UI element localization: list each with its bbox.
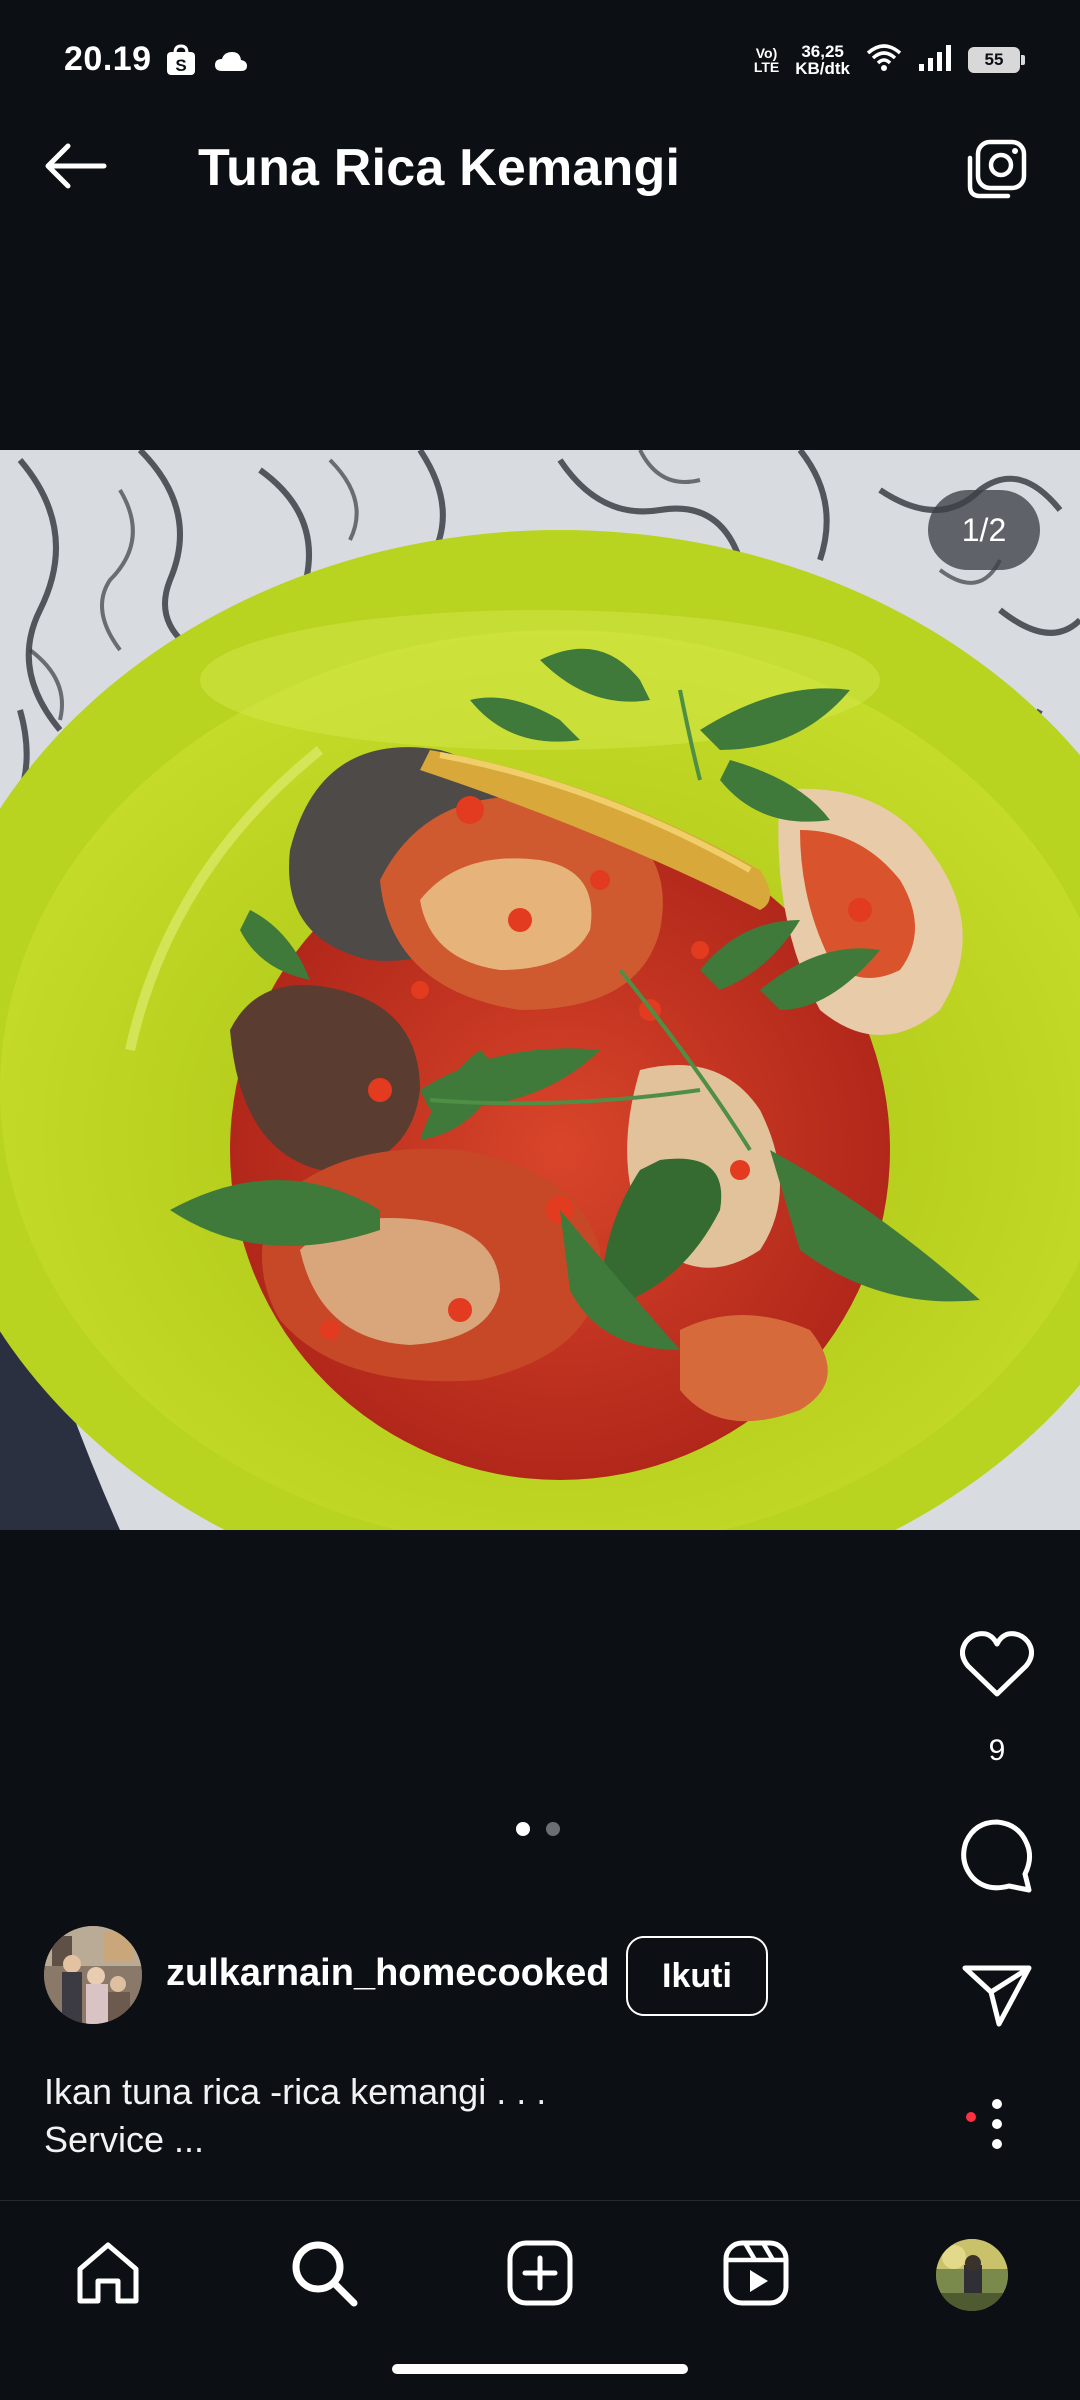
caption-line-1: Ikan tuna rica -rica kemangi . . .	[44, 2071, 547, 2112]
author-avatar[interactable]	[44, 1926, 142, 2024]
home-icon	[74, 2239, 142, 2312]
caption-line-2: Service ...	[44, 2119, 205, 2160]
food-photo	[0, 450, 1080, 1530]
volte-top: Vo)	[755, 45, 778, 61]
page-title: Tuna Rica Kemangi	[198, 139, 681, 197]
nav-create[interactable]	[498, 2233, 582, 2317]
volte-indicator: Vo) LTE	[754, 46, 779, 74]
camera-icon[interactable]	[964, 138, 1028, 202]
post-caption[interactable]: Ikan tuna rica -rica kemangi . . . Servi…	[44, 2068, 546, 2164]
reels-icon	[723, 2240, 789, 2311]
heart-icon	[960, 1630, 1034, 1703]
nav-profile[interactable]	[930, 2233, 1014, 2317]
status-time: 20.19	[64, 40, 152, 78]
author-username[interactable]: zulkarnain_homecooked	[166, 1952, 609, 1995]
top-app-bar: Tuna Rica Kemangi	[0, 92, 1080, 252]
net-speed: 36,25 KB/dtk	[795, 43, 850, 77]
profile-avatar	[936, 2239, 1008, 2311]
nav-reels[interactable]	[714, 2233, 798, 2317]
carousel-dot-2	[546, 1822, 560, 1836]
carousel-indicator	[516, 1822, 560, 1836]
post-image[interactable]: 1/2	[0, 450, 1080, 1530]
battery-icon: 55	[968, 47, 1025, 73]
volte-bottom: LTE	[753, 59, 780, 75]
comment-icon	[959, 1818, 1035, 1899]
status-icons: Vo) LTE 36,25 KB/dtk 55	[754, 38, 1025, 82]
shopee-icon: S	[166, 44, 196, 81]
notification-dot	[966, 2112, 976, 2122]
comment-button[interactable]	[950, 1818, 1044, 1899]
carousel-dot-1	[516, 1822, 530, 1836]
image-counter: 1/2	[928, 490, 1040, 570]
share-button[interactable]	[950, 1962, 1044, 2033]
net-speed-unit: KB/dtk	[795, 59, 850, 78]
share-icon	[961, 1962, 1033, 2033]
nav-search[interactable]	[282, 2233, 366, 2317]
follow-button[interactable]: Ikuti	[626, 1936, 768, 2016]
search-icon	[290, 2239, 358, 2312]
create-icon	[507, 2240, 573, 2311]
cloud-icon	[214, 50, 248, 77]
back-arrow-icon[interactable]	[40, 138, 112, 194]
nav-home[interactable]	[66, 2233, 150, 2317]
wifi-icon	[866, 43, 902, 78]
more-icon[interactable]	[982, 2094, 1012, 2154]
svg-text:S: S	[175, 56, 186, 75]
net-speed-value: 36,25	[801, 42, 844, 61]
like-button[interactable]	[950, 1630, 1044, 1703]
home-indicator[interactable]	[392, 2364, 688, 2374]
status-bar: 20.19 S Vo) LTE 36,25 KB/dtk 55	[0, 0, 1080, 92]
like-count[interactable]: 9	[950, 1734, 1044, 1768]
signal-icon	[918, 44, 952, 77]
